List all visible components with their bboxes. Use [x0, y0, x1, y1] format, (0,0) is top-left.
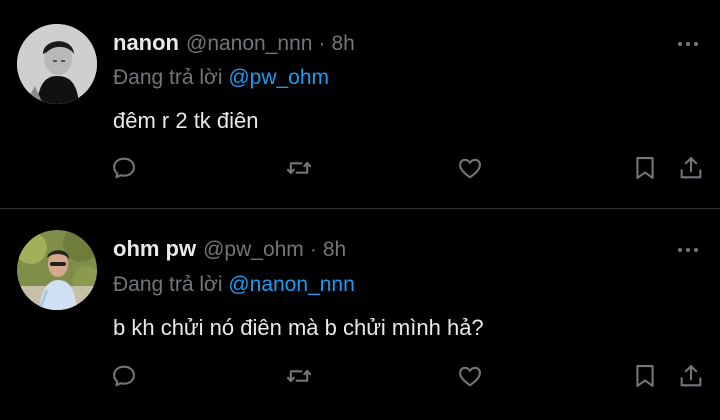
more-icon[interactable]	[678, 39, 708, 49]
display-name[interactable]: nanon	[113, 30, 179, 56]
share-icon	[680, 157, 702, 179]
timeline: nanon @nanon_nnn · 8h Đang trả lời @pw_o…	[0, 0, 720, 420]
display-name[interactable]: ohm pw	[113, 236, 196, 262]
share-button[interactable]	[674, 359, 708, 393]
avatar-image	[17, 24, 97, 104]
share-button[interactable]	[674, 151, 708, 185]
tweet[interactable]: ohm pw @pw_ohm · 8h Đang trả lời @nanon_…	[0, 209, 720, 420]
share-icon	[680, 365, 702, 387]
like-button[interactable]	[453, 151, 487, 185]
action-bar	[0, 151, 720, 185]
tweet-text: đêm r 2 tk điên	[113, 108, 259, 133]
bookmark-icon	[636, 365, 654, 387]
timestamp[interactable]: 8h	[331, 32, 354, 56]
tweet-text: b kh chửi nó điên mà b chửi mình hả?	[113, 315, 484, 340]
bookmark-button[interactable]	[628, 151, 662, 185]
retweet-button[interactable]	[282, 359, 316, 393]
like-icon	[459, 366, 481, 387]
reply-button[interactable]	[107, 359, 141, 393]
user-handle[interactable]: @pw_ohm	[203, 238, 304, 262]
retweet-button[interactable]	[282, 151, 316, 185]
tweet[interactable]: nanon @nanon_nnn · 8h Đang trả lời @pw_o…	[0, 0, 720, 208]
mention-link[interactable]: @pw_ohm	[228, 66, 329, 89]
separator-dot: ·	[318, 32, 326, 55]
avatar[interactable]	[17, 230, 97, 310]
reply-button[interactable]	[107, 151, 141, 185]
reply-icon	[113, 365, 135, 387]
like-icon	[459, 158, 481, 179]
replying-prefix: Đang trả lời	[113, 273, 223, 296]
user-handle[interactable]: @nanon_nnn	[186, 32, 312, 56]
reply-icon	[113, 157, 135, 179]
replying-to: Đang trả lời @pw_ohm	[113, 66, 329, 90]
bookmark-icon	[636, 157, 654, 179]
timestamp[interactable]: 8h	[323, 238, 346, 262]
tweet-header: nanon @nanon_nnn · 8h	[113, 30, 355, 58]
mention-link[interactable]: @nanon_nnn	[228, 273, 354, 296]
avatar-image	[17, 230, 97, 310]
like-button[interactable]	[453, 359, 487, 393]
avatar[interactable]	[17, 24, 97, 104]
action-bar	[0, 359, 720, 393]
separator-dot: ·	[309, 238, 317, 261]
retweet-icon	[286, 369, 312, 383]
bookmark-button[interactable]	[628, 359, 662, 393]
more-icon[interactable]	[678, 245, 708, 255]
tweet-header: ohm pw @pw_ohm · 8h	[113, 236, 346, 264]
replying-to: Đang trả lời @nanon_nnn	[113, 273, 355, 297]
retweet-icon	[286, 161, 312, 175]
replying-prefix: Đang trả lời	[113, 66, 223, 89]
